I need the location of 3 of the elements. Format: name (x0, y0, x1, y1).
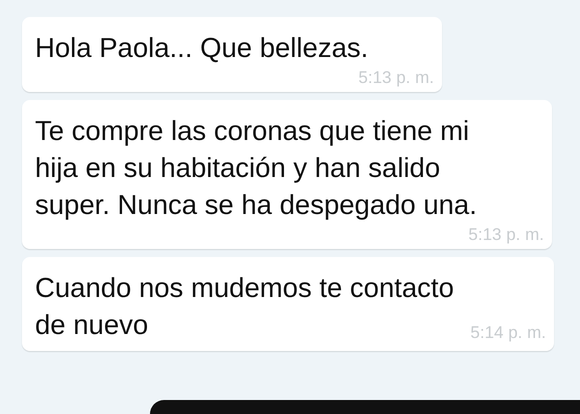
message-text: Cuando nos mudemos te contacto de nuevo (35, 271, 455, 342)
message-text: Te compre las coronas que tiene mi hija en su habitación y han salido super. Nunca se ha despegado una. (35, 114, 478, 222)
message-text: Hola Paola... Que bellezas. (35, 31, 370, 65)
